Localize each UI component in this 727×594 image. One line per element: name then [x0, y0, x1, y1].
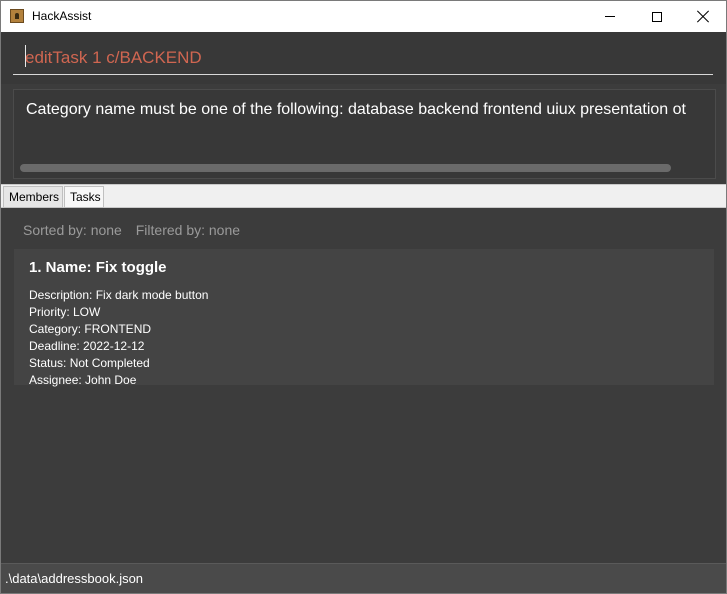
task-status: Status: Not Completed	[29, 356, 150, 370]
filtered-by-label: Filtered by: none	[135, 222, 241, 238]
task-name: 1. Name: Fix toggle	[29, 259, 167, 276]
task-category: Category: FRONTEND	[29, 322, 152, 336]
result-display[interactable]: Category name must be one of the followi…	[13, 89, 716, 179]
task-card[interactable]: 1. Name: Fix toggle Description: Fix dar…	[14, 249, 714, 387]
tab-members[interactable]: Members	[3, 186, 63, 208]
result-message: Category name must be one of the followi…	[26, 101, 686, 118]
task-priority: Priority: LOW	[29, 305, 101, 319]
text-caret	[25, 45, 26, 67]
close-icon	[697, 11, 709, 23]
sorted-by-label: Sorted by: none	[23, 222, 122, 238]
horizontal-scrollbar[interactable]	[20, 164, 671, 172]
task-list-panel: Sorted by: none Filtered by: none 1. Nam…	[1, 208, 726, 563]
task-assignee: Assignee: John Doe	[29, 373, 137, 387]
sort-filter-info: Sorted by: none Filtered by: none	[23, 222, 240, 238]
tab-tasks[interactable]: Tasks	[64, 186, 104, 208]
minimize-button[interactable]	[587, 1, 633, 32]
maximize-icon	[652, 11, 662, 22]
tab-bar: Members Tasks	[1, 184, 726, 208]
task-description: Description: Fix dark mode button	[29, 288, 209, 302]
window-title: HackAssist	[32, 9, 92, 23]
command-input[interactable]	[13, 41, 713, 75]
minimize-icon	[605, 16, 615, 17]
title-bar: HackAssist	[1, 1, 726, 32]
command-box	[1, 32, 726, 84]
app-icon	[10, 9, 24, 23]
close-button[interactable]	[680, 1, 726, 32]
status-bar: .\data\addressbook.json	[1, 563, 726, 593]
app-window: HackAssist Category name must be one of …	[0, 0, 727, 594]
maximize-button[interactable]	[634, 1, 680, 32]
task-deadline: Deadline: 2022-12-12	[29, 339, 145, 353]
save-file-path: .\data\addressbook.json	[5, 571, 144, 586]
